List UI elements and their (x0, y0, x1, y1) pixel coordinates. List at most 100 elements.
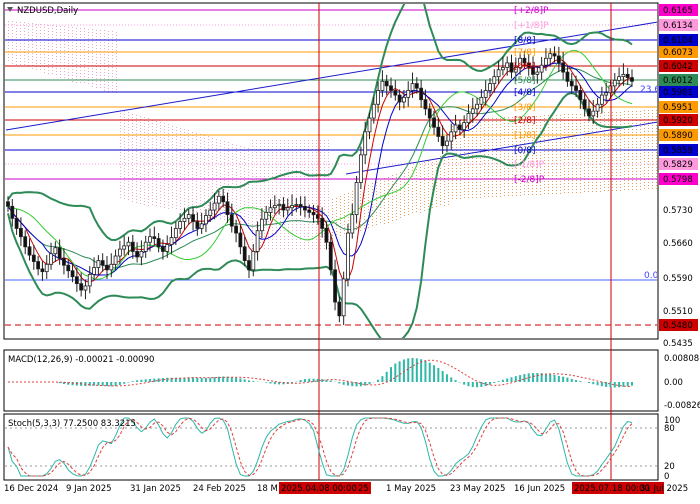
candle-body (324, 228, 329, 243)
cloud-dot (152, 195, 153, 196)
cloud-dot (648, 173, 649, 174)
cloud-dot (292, 227, 293, 228)
cloud-dot (84, 82, 85, 83)
candle-body (27, 246, 32, 256)
cloud-dot (400, 181, 401, 182)
cloud-dot (124, 117, 125, 118)
murrey-level-label: [+2/8]P (514, 6, 549, 16)
cloud-dot (112, 64, 113, 65)
cloud-dot (180, 137, 181, 138)
cloud-dot (432, 165, 433, 166)
cloud-dot (240, 167, 241, 168)
cloud-dot (32, 26, 33, 27)
cloud-dot (628, 129, 629, 130)
cloud-dot (496, 139, 497, 140)
cloud-dot (244, 216, 245, 217)
cloud-dot (544, 145, 545, 146)
cloud-dot (508, 183, 509, 184)
cloud-dot (144, 198, 145, 199)
cloud-dot (572, 162, 573, 163)
cloud-dot (316, 233, 317, 234)
cloud-dot (308, 248, 309, 249)
cloud-dot (496, 145, 497, 146)
cloud-dot (284, 218, 285, 219)
cloud-dot (108, 64, 109, 65)
cloud-dot (200, 143, 201, 144)
cloud-dot (64, 74, 65, 75)
cloud-dot (564, 156, 565, 157)
cloud-dot (116, 32, 117, 33)
cloud-dot (392, 205, 393, 206)
cloud-dot (220, 140, 221, 141)
cloud-dot (300, 248, 301, 249)
cloud-dot (484, 142, 485, 143)
cloud-dot (248, 193, 249, 194)
cloud-dot (460, 177, 461, 178)
cloud-dot (380, 207, 381, 208)
cloud-dot (512, 195, 513, 196)
cloud-dot (612, 145, 613, 146)
cloud-dot (376, 194, 377, 195)
cloud-dot (136, 190, 137, 191)
cloud-dot (552, 118, 553, 119)
cloud-dot (184, 174, 185, 175)
cloud-dot (500, 127, 501, 128)
cloud-dot (292, 242, 293, 243)
cloud-dot (280, 152, 281, 153)
cloud-dot (232, 168, 233, 169)
cloud-dot (208, 187, 209, 188)
cloud-dot (308, 185, 309, 186)
cloud-dot (104, 81, 105, 82)
cloud-dot (332, 214, 333, 215)
cloud-dot (116, 50, 117, 51)
cloud-dot (616, 154, 617, 155)
cloud-dot (600, 164, 601, 165)
cloud-dot (588, 161, 589, 162)
cloud-dot (540, 173, 541, 174)
candle-body (488, 83, 492, 91)
cloud-dot (456, 168, 457, 169)
cloud-dot (624, 174, 625, 175)
cloud-dot (384, 190, 385, 191)
cloud-dot (512, 123, 513, 124)
cloud-dot (176, 139, 177, 140)
cloud-dot (392, 217, 393, 218)
cloud-dot (224, 210, 225, 211)
cloud-dot (640, 183, 641, 184)
cloud-dot (16, 49, 17, 50)
cloud-dot (72, 63, 73, 64)
cloud-dot (244, 153, 245, 154)
cloud-dot (200, 194, 201, 195)
cloud-dot (352, 191, 353, 192)
cloud-dot (648, 155, 649, 156)
cloud-dot (220, 161, 221, 162)
cloud-dot (596, 116, 597, 117)
cloud-dot (76, 82, 77, 83)
cloud-dot (312, 200, 313, 201)
cloud-dot (264, 221, 265, 222)
cloud-dot (164, 180, 165, 181)
cloud-dot (168, 133, 169, 134)
cloud-dot (140, 152, 141, 153)
cloud-dot (640, 165, 641, 166)
cloud-dot (528, 173, 529, 174)
cloud-dot (256, 203, 257, 204)
cloud-dot (300, 188, 301, 189)
cloud-dot (224, 141, 225, 142)
cloud-dot (304, 224, 305, 225)
cloud-dot (636, 126, 637, 127)
cloud-dot (452, 129, 453, 130)
cloud-dot (200, 185, 201, 186)
cloud-dot (276, 182, 277, 183)
cloud-dot (196, 139, 197, 140)
cloud-dot (304, 155, 305, 156)
cloud-dot (412, 212, 413, 213)
cloud-dot (424, 186, 425, 187)
cloud-dot (320, 158, 321, 159)
candle-body (268, 207, 273, 213)
cloud-dot (64, 68, 65, 69)
cloud-dot (500, 145, 501, 146)
cloud-dot (128, 154, 129, 155)
cloud-dot (452, 198, 453, 199)
cloud-dot (640, 186, 641, 187)
